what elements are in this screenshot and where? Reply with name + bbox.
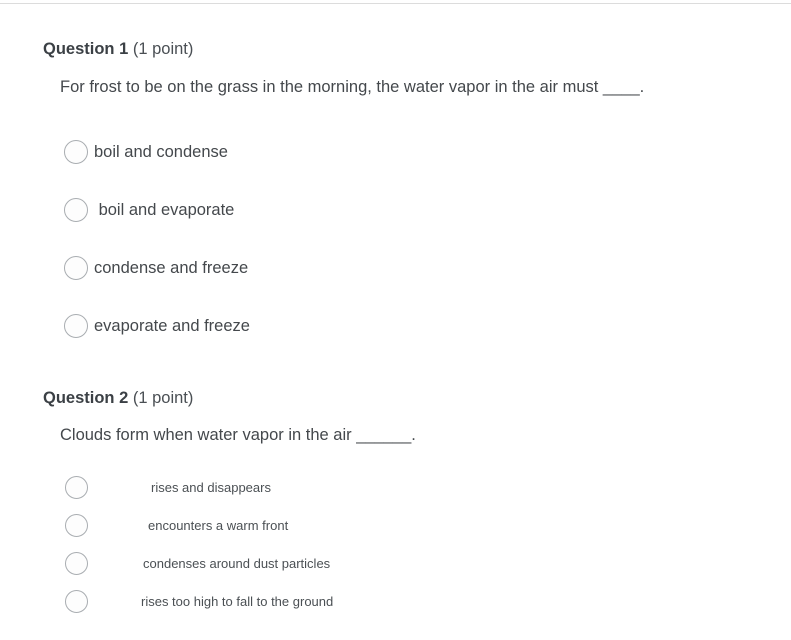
- radio-button-icon[interactable]: [64, 256, 88, 280]
- question-1-option-4[interactable]: evaporate and freeze: [64, 297, 773, 355]
- question-2-options: rises and disappears encounters a warm f…: [43, 468, 773, 620]
- top-divider: [0, 3, 791, 4]
- radio-button-icon[interactable]: [65, 475, 88, 499]
- radio-button-icon[interactable]: [64, 140, 88, 164]
- radio-button-icon[interactable]: [65, 589, 88, 613]
- question-2-prompt: Clouds form when water vapor in the air …: [60, 426, 416, 444]
- question-2-block: Question 2 (1 point) Clouds form when wa…: [43, 387, 773, 620]
- question-1-options: boil and condense boil and evaporate con…: [43, 123, 773, 355]
- question-2-heading: Question 2 (1 point): [43, 387, 773, 409]
- question-2-option-2[interactable]: encounters a warm front: [65, 506, 773, 544]
- question-2-option-1[interactable]: rises and disappears: [65, 468, 773, 506]
- question-2-points: (1 point): [132, 389, 194, 407]
- radio-button-icon[interactable]: [64, 314, 88, 338]
- question-1-heading: Question 1 (1 point): [43, 38, 773, 60]
- question-1-option-3[interactable]: condense and freeze: [64, 239, 773, 297]
- question-1-points: (1 point): [132, 40, 194, 58]
- option-label: boil and condense: [94, 143, 228, 161]
- quiz-page: Question 1 (1 point) For frost to be on …: [0, 0, 791, 640]
- option-label: rises too high to fall to the ground: [141, 593, 334, 609]
- question-2-option-4[interactable]: rises too high to fall to the ground: [65, 582, 773, 620]
- radio-button-icon[interactable]: [64, 198, 88, 222]
- radio-button-icon[interactable]: [65, 551, 88, 575]
- option-label: rises and disappears: [151, 479, 271, 495]
- option-label: evaporate and freeze: [94, 317, 250, 335]
- option-label: boil and evaporate: [94, 201, 235, 219]
- question-1-prompt: For frost to be on the grass in the morn…: [60, 78, 645, 96]
- question-1-option-2[interactable]: boil and evaporate: [64, 181, 773, 239]
- option-label: condenses around dust particles: [143, 555, 331, 571]
- option-label: condense and freeze: [94, 259, 249, 277]
- radio-button-icon[interactable]: [65, 513, 88, 537]
- question-1-option-1[interactable]: boil and condense: [64, 123, 773, 181]
- question-1-label: Question 1: [43, 40, 129, 58]
- option-label: encounters a warm front: [148, 517, 289, 533]
- question-1-block: Question 1 (1 point) For frost to be on …: [43, 38, 773, 355]
- question-2-option-3[interactable]: condenses around dust particles: [65, 544, 773, 582]
- question-2-label: Question 2: [43, 389, 129, 407]
